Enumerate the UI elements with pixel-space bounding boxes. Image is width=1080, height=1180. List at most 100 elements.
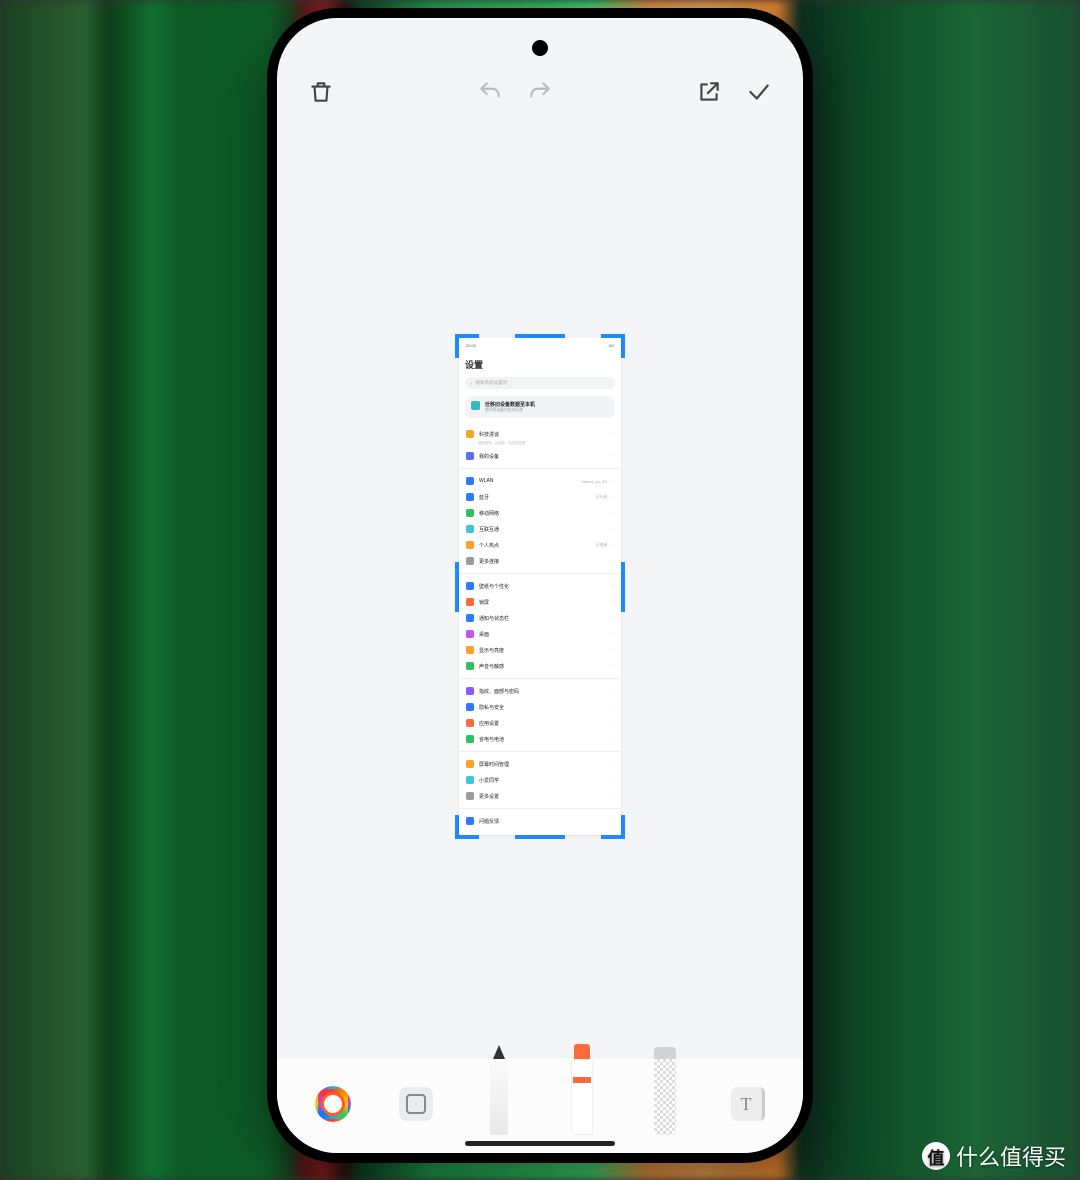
chevron-right-icon: ›: [612, 558, 614, 564]
shape-tool[interactable]: [391, 1073, 441, 1135]
crop-handle-br[interactable]: [601, 815, 625, 839]
chevron-right-icon: ›: [612, 599, 614, 605]
chevron-right-icon: ›: [612, 431, 614, 437]
chevron-right-icon: ›: [612, 510, 614, 516]
done-button[interactable]: [745, 78, 773, 106]
row-icon: [466, 582, 474, 590]
row-icon: [466, 493, 474, 501]
settings-row: 互联互通›: [465, 521, 615, 537]
fountain-pen-tool[interactable]: [474, 1073, 524, 1135]
group-separator: [459, 678, 621, 679]
settings-row: 移动网络 ›: [465, 505, 615, 521]
migrate-banner: 迁移旧设备数据至本机 换壳等设备均支持迁移: [465, 396, 615, 418]
row-icon: [466, 598, 474, 606]
crop-selection[interactable]: 22:00 5G 设置 ⌕ 搜索系统设置项 迁移旧设备数据至本机 换壳等设备均支…: [459, 338, 621, 835]
group-separator: [459, 808, 621, 809]
settings-row: 显示与亮度 ›: [465, 642, 615, 658]
chevron-right-icon: ›: [612, 615, 614, 621]
crop-handle-left[interactable]: [455, 562, 459, 612]
row-label: 我的设备: [479, 453, 607, 460]
crop-handle-top[interactable]: [515, 334, 565, 338]
row-subtitle: 登陆账号、云储存、会员权益等: [478, 440, 615, 445]
banner-title: 迁移旧设备数据至本机: [485, 401, 535, 408]
group-separator: [459, 573, 621, 574]
chevron-right-icon: ›: [612, 688, 614, 694]
row-icon: [466, 719, 474, 727]
watermark: 值 什么值得买: [922, 1140, 1066, 1172]
settings-row: 锁屏 ›: [465, 594, 615, 610]
row-icon: [466, 646, 474, 654]
text-tool[interactable]: T: [723, 1073, 773, 1135]
share-button[interactable]: [695, 78, 723, 106]
settings-row: 声音与触感›: [465, 658, 615, 674]
crop-handle-right[interactable]: [621, 562, 625, 612]
row-label: 小爱同学: [479, 777, 607, 784]
chevron-right-icon: ›: [612, 793, 614, 799]
settings-row: 更多设置›: [465, 788, 615, 804]
search-placeholder: 搜索系统设置项: [476, 380, 508, 386]
row-icon: [466, 630, 474, 638]
row-label: 更多连接: [479, 558, 607, 565]
row-label: 移动网络: [479, 510, 607, 517]
settings-row: 省电与电池›: [465, 731, 615, 747]
settings-row: 个人热点已关闭›: [465, 537, 615, 553]
redo-button[interactable]: [526, 78, 554, 106]
row-label: 应用设置: [479, 720, 607, 727]
row-icon: [466, 703, 474, 711]
settings-row: 屏幕时间管理›: [465, 756, 615, 772]
row-label: 问题反馈: [479, 818, 607, 825]
chevron-right-icon: ›: [612, 647, 614, 653]
editor-canvas[interactable]: 22:00 5G 设置 ⌕ 搜索系统设置项 迁移旧设备数据至本机 换壳等设备均支…: [277, 116, 803, 1057]
home-indicator[interactable]: [465, 1141, 615, 1146]
chevron-right-icon: ›: [612, 663, 614, 669]
settings-row: 问题反馈›: [465, 813, 615, 829]
chevron-right-icon: ›: [612, 542, 614, 548]
settings-row: 应用设置 ›: [465, 715, 615, 731]
row-icon: [466, 687, 474, 695]
row-label: 显示与亮度: [479, 647, 607, 654]
captured-screenshot: 22:00 5G 设置 ⌕ 搜索系统设置项 迁移旧设备数据至本机 换壳等设备均支…: [459, 338, 621, 835]
row-label: 屏幕时间管理: [479, 761, 607, 768]
crop-handle-tr[interactable]: [601, 334, 625, 358]
row-value: 已关闭: [595, 542, 607, 548]
watermark-badge: 值: [922, 1142, 950, 1170]
settings-row: WLANXiaomi_px_5G›: [465, 473, 615, 489]
chevron-right-icon: ›: [612, 478, 614, 484]
row-icon: [466, 614, 474, 622]
editor-topbar: [277, 18, 803, 116]
chevron-right-icon: ›: [612, 526, 614, 532]
row-icon: [466, 509, 474, 517]
row-icon: [466, 452, 474, 460]
settings-row: 蓝牙已开启›: [465, 489, 615, 505]
watermark-text: 什么值得买: [956, 1140, 1066, 1172]
chevron-right-icon: ›: [612, 736, 614, 742]
settings-title: 设置: [465, 358, 615, 371]
search-icon: ⌕: [470, 381, 473, 386]
row-icon: [466, 525, 474, 533]
front-camera: [532, 40, 548, 56]
settings-row: 我的设备 ›: [465, 448, 615, 464]
eraser-tool[interactable]: [640, 1073, 690, 1135]
crop-handle-bl[interactable]: [455, 815, 479, 839]
row-label: 蓝牙: [479, 494, 590, 501]
settings-row: 更多连接 ›: [465, 553, 615, 569]
chevron-right-icon: ›: [612, 631, 614, 637]
settings-row: 桌面›: [465, 626, 615, 642]
color-picker-tool[interactable]: [308, 1073, 358, 1135]
settings-row: 隐私与安全›: [465, 699, 615, 715]
chevron-right-icon: ›: [612, 720, 614, 726]
undo-button[interactable]: [476, 78, 504, 106]
crop-handle-bottom[interactable]: [515, 835, 565, 839]
chevron-right-icon: ›: [612, 583, 614, 589]
crop-handle-tl[interactable]: [455, 334, 479, 358]
row-label: 锁屏: [479, 599, 607, 606]
chevron-right-icon: ›: [612, 453, 614, 459]
marker-tool[interactable]: [557, 1073, 607, 1135]
banner-subtitle: 换壳等设备均支持迁移: [485, 408, 523, 412]
settings-search: ⌕ 搜索系统设置项: [465, 377, 615, 389]
delete-button[interactable]: [307, 78, 335, 106]
settings-row: 通知与状态栏›: [465, 610, 615, 626]
settings-row: 指纹、面部与密码›: [465, 683, 615, 699]
row-label: WLAN: [479, 478, 576, 484]
chevron-right-icon: ›: [612, 777, 614, 783]
